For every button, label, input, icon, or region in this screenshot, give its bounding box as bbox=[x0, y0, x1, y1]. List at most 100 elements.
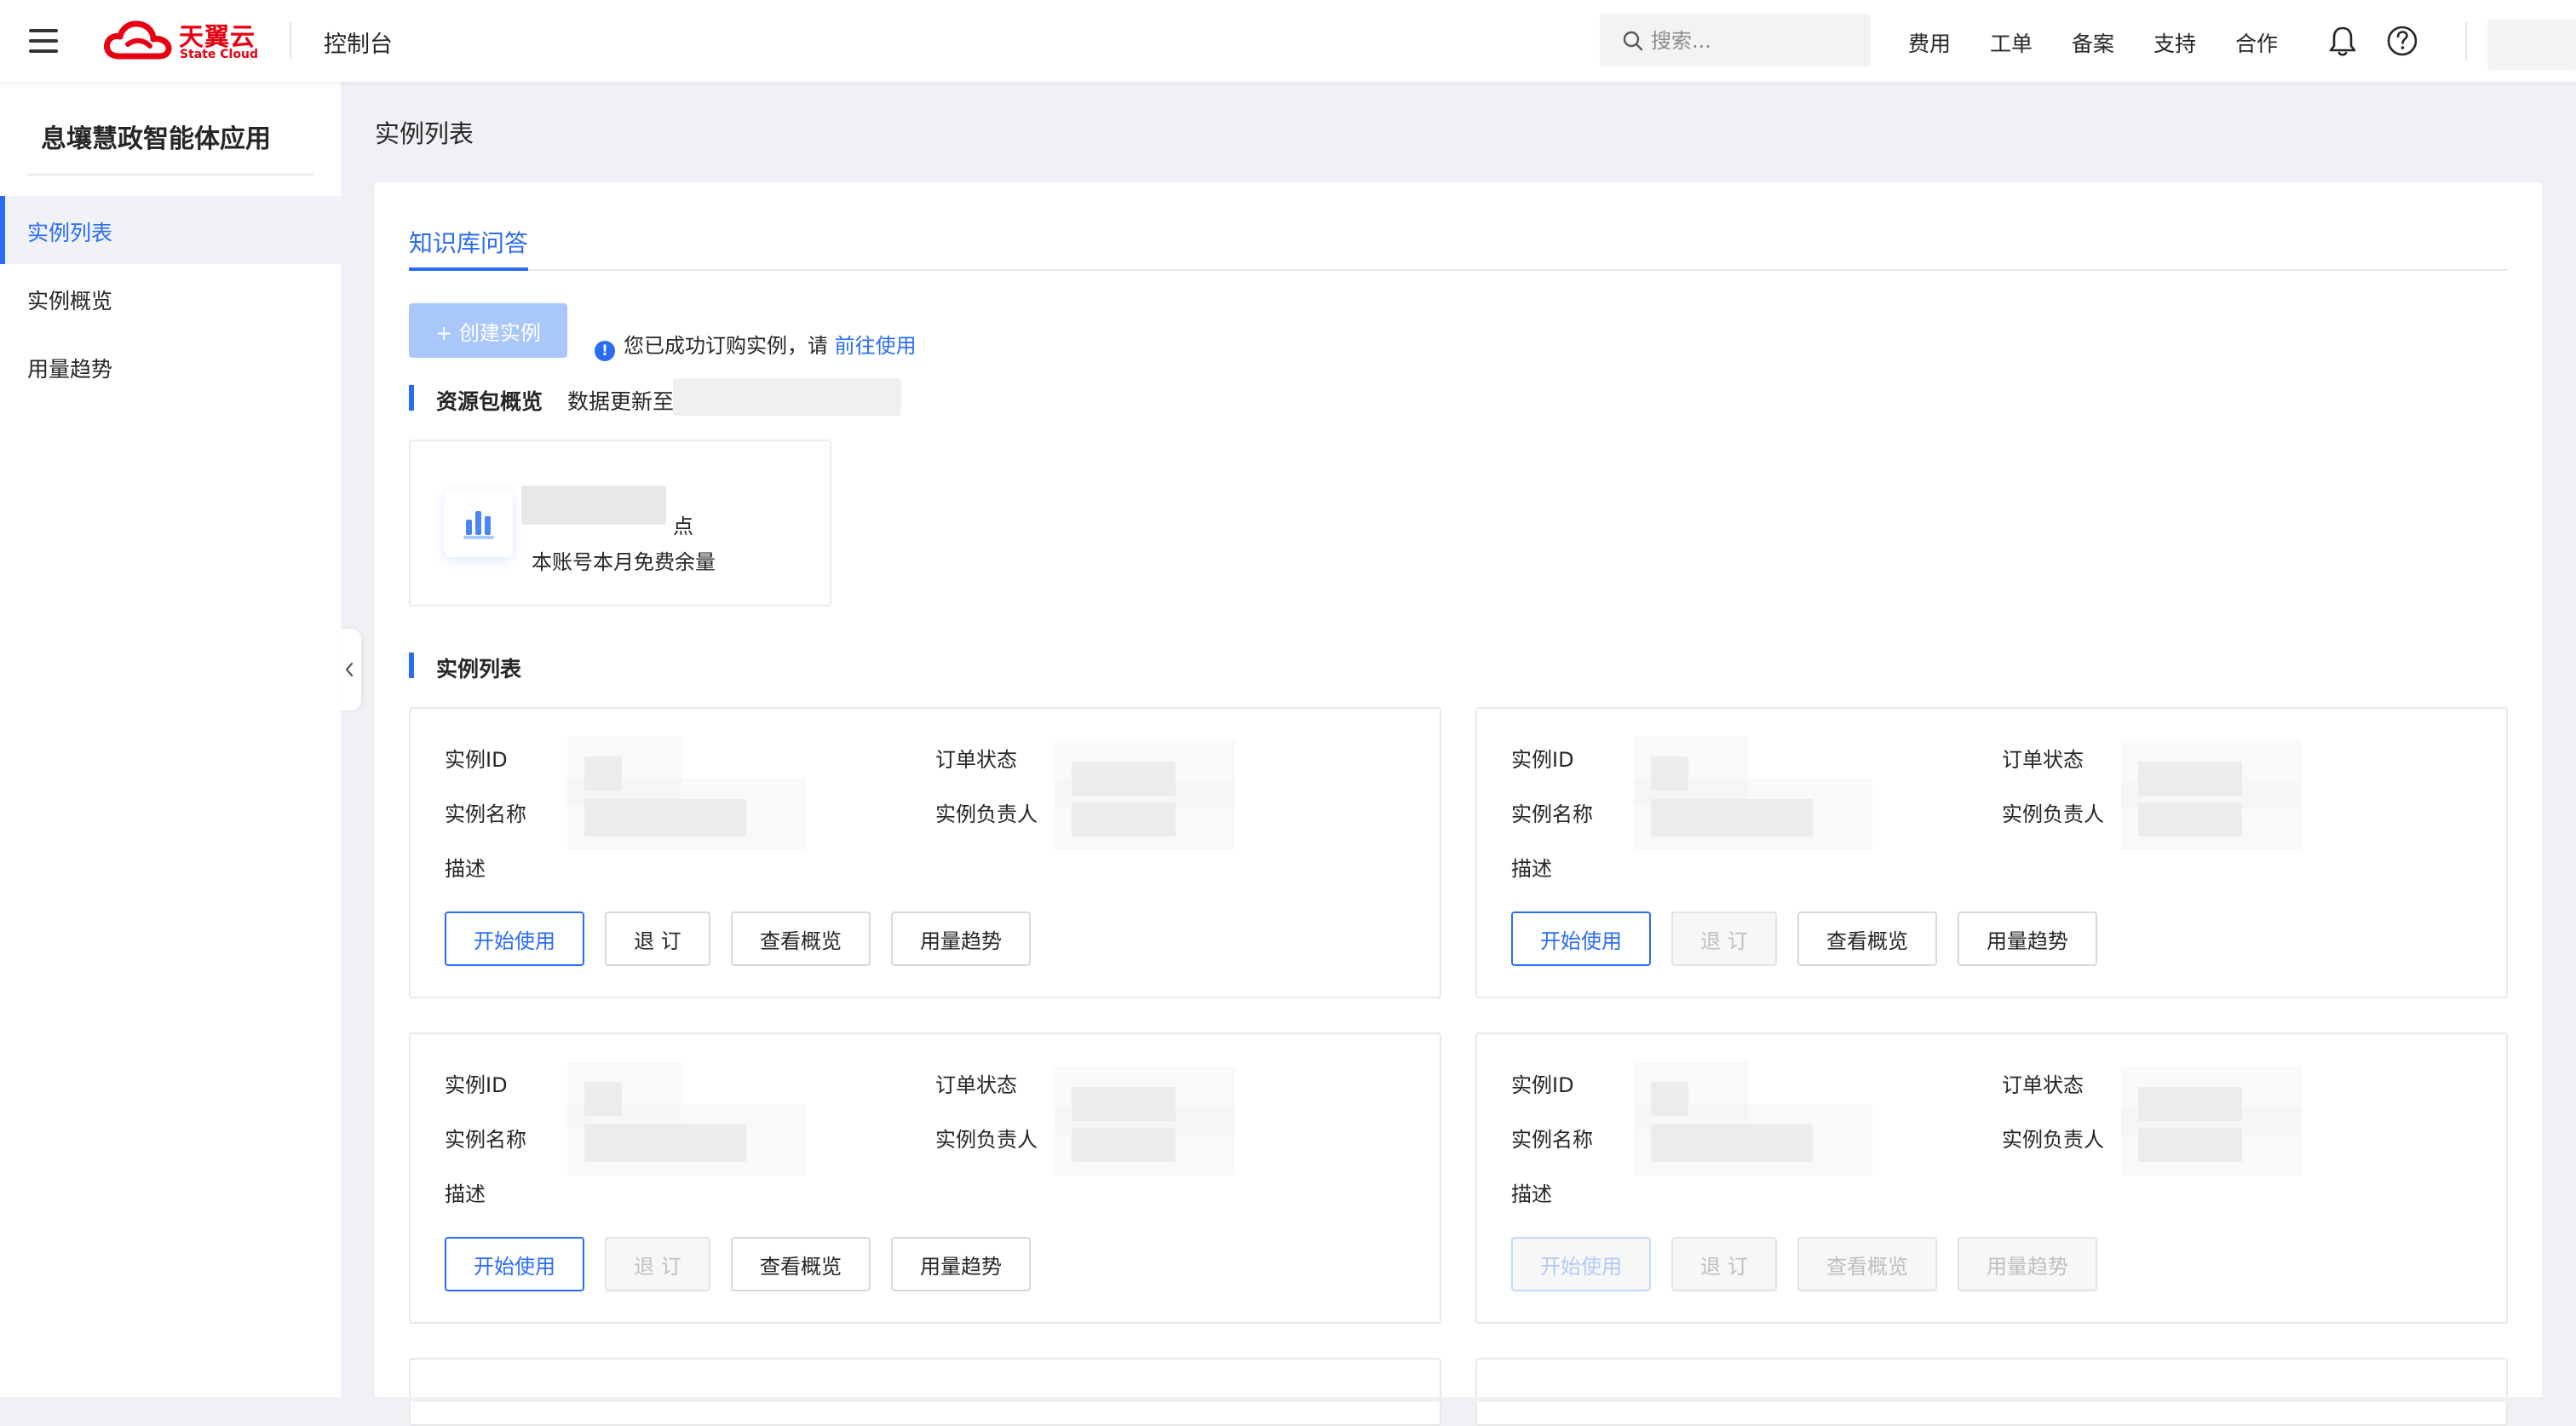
nav-link-support[interactable]: 支持 bbox=[2153, 27, 2196, 58]
section-marker bbox=[409, 653, 414, 678]
sidebar-item-instance-overview[interactable]: 实例概览 bbox=[0, 264, 341, 332]
view-overview-button[interactable]: 查看概览 bbox=[731, 1237, 871, 1291]
unsubscribe-button[interactable]: 退 订 bbox=[605, 1237, 710, 1291]
sidebar-item-label: 用量趋势 bbox=[27, 357, 113, 382]
unsubscribe-button[interactable]: 退 订 bbox=[1671, 1237, 1777, 1291]
tab-knowledge-qa[interactable]: 知识库问答 bbox=[409, 225, 529, 271]
field-label-id: 实例ID bbox=[1511, 748, 1574, 772]
field-label-owner: 实例负责人 bbox=[935, 802, 1038, 826]
sidebar-item-label: 实例概览 bbox=[27, 289, 113, 313]
search-input[interactable] bbox=[1649, 24, 1857, 58]
user-avatar[interactable] bbox=[2487, 19, 2576, 70]
sidebar-item-usage-trend[interactable]: 用量趋势 bbox=[0, 332, 341, 400]
nav-link-filing[interactable]: 备案 bbox=[2072, 27, 2114, 58]
owner-value bbox=[1072, 1128, 1176, 1162]
instance-card: 实例ID 实例名称描述 订单状态实例负责人开始使用退 订查看概览 用量趋势 bbox=[409, 707, 1441, 998]
instance-id-value bbox=[1651, 756, 1688, 791]
instance-name-value bbox=[1651, 1124, 1813, 1162]
instance-card: 实例ID 实例名称 描述 订单状态 实例负责人 开始使用退 订查看概览 用量趋势 bbox=[409, 1032, 1441, 1324]
brand-name-en: State Cloud bbox=[180, 48, 258, 61]
order-status-value bbox=[2138, 1087, 2242, 1121]
nav-link-partners[interactable]: 合作 bbox=[2235, 27, 2278, 58]
sidebar-title: 息壤慧政智能体应用 bbox=[41, 124, 271, 154]
sidebar: 息壤慧政智能体应用 实例列表 实例概览 用量趋势 bbox=[0, 82, 341, 1402]
divider bbox=[290, 22, 291, 60]
sidebar-item-instance-list[interactable]: 实例列表 bbox=[0, 196, 341, 264]
view-overview-button[interactable]: 查看概览 bbox=[1797, 911, 1937, 966]
search-icon bbox=[1623, 31, 1643, 51]
search-box[interactable] bbox=[1600, 14, 1871, 66]
field-label-status: 订单状态 bbox=[935, 748, 1017, 772]
tab-bar: 知识库问答 bbox=[409, 225, 2508, 271]
nav-link-tickets[interactable]: 工单 bbox=[1990, 27, 2033, 58]
field-label-owner: 实例负责人 bbox=[2002, 1128, 2104, 1152]
start-use-button[interactable]: 开始使用 bbox=[445, 911, 584, 966]
resource-label: 本账号本月免费余量 bbox=[532, 550, 716, 574]
field-label-id: 实例ID bbox=[1511, 1073, 1574, 1097]
menu-icon[interactable] bbox=[29, 29, 58, 53]
section-marker bbox=[409, 385, 414, 411]
top-bar: 天翼云 State Cloud 控制台 费用 工单 备案 支持 合作 bbox=[0, 0, 2576, 82]
page-bottom bbox=[0, 1397, 2576, 1402]
sidebar-collapse-handle[interactable] bbox=[337, 629, 361, 710]
bell-icon[interactable] bbox=[2326, 24, 2360, 61]
create-instance-button[interactable]: + 创建实例 bbox=[409, 303, 567, 358]
console-title[interactable]: 控制台 bbox=[324, 26, 393, 59]
instance-name-value bbox=[1651, 799, 1813, 837]
go-use-link[interactable]: 前往使用 bbox=[835, 334, 917, 358]
unsubscribe-button[interactable]: 退 订 bbox=[605, 911, 710, 966]
instance-id-value bbox=[1651, 1082, 1688, 1116]
update-time-value bbox=[673, 378, 901, 416]
unsubscribe-button[interactable]: 退 订 bbox=[1671, 911, 1777, 966]
main-panel: 知识库问答 + 创建实例 ! 您已成功订购实例，请 前往使用 资源包概览 数据更新… bbox=[375, 182, 2542, 1426]
notice-text: 您已成功订购实例，请 bbox=[624, 334, 828, 358]
page-title: 实例列表 bbox=[375, 119, 474, 148]
field-label-desc: 描述 bbox=[1511, 857, 1552, 881]
nav-link-billing[interactable]: 费用 bbox=[1908, 27, 1951, 58]
usage-trend-button[interactable]: 用量趋势 bbox=[1958, 911, 2097, 966]
field-label-desc: 描述 bbox=[445, 857, 486, 881]
instance-card bbox=[1475, 1358, 2508, 1426]
instance-card bbox=[409, 1358, 1441, 1426]
instance-section-header: 实例列表 bbox=[409, 651, 664, 681]
success-notice: ! 您已成功订购实例，请 前往使用 bbox=[595, 329, 917, 361]
field-label-status: 订单状态 bbox=[2002, 1073, 2084, 1097]
instance-card: 实例ID 实例名称 描述 订单状态 实例负责人 开始使用退 订查看概览 用量趋势 bbox=[1475, 1032, 2508, 1324]
instance-name-value bbox=[584, 1124, 746, 1162]
field-label-name: 实例名称 bbox=[1511, 1128, 1593, 1152]
resource-card: 点 本账号本月免费余量 bbox=[409, 440, 831, 607]
order-status-value bbox=[1072, 762, 1176, 796]
field-label-owner: 实例负责人 bbox=[2002, 802, 2104, 826]
view-overview-button[interactable]: 查看概览 bbox=[1797, 1237, 1937, 1291]
owner-value bbox=[1072, 802, 1176, 837]
field-label-id: 实例ID bbox=[445, 748, 508, 772]
start-use-button[interactable]: 开始使用 bbox=[1511, 1237, 1651, 1291]
usage-trend-button[interactable]: 用量趋势 bbox=[891, 1237, 1031, 1291]
resource-section-header: 资源包概览 数据更新至 bbox=[409, 378, 1005, 416]
update-time-label: 数据更新至 bbox=[567, 389, 675, 414]
divider bbox=[2465, 22, 2467, 60]
section-title: 实例列表 bbox=[436, 657, 522, 681]
brand-logo[interactable]: 天翼云 State Cloud bbox=[102, 17, 264, 65]
usage-trend-button[interactable]: 用量趋势 bbox=[1958, 1237, 2097, 1291]
chevron-left-icon bbox=[345, 662, 354, 677]
cloud-logo-icon bbox=[104, 20, 172, 60]
resource-value bbox=[521, 486, 666, 525]
start-use-button[interactable]: 开始使用 bbox=[1511, 911, 1651, 966]
field-label-name: 实例名称 bbox=[445, 802, 526, 826]
owner-value bbox=[2138, 1128, 2242, 1162]
info-icon: ! bbox=[595, 341, 615, 361]
instance-name-value bbox=[584, 799, 746, 837]
start-use-button[interactable]: 开始使用 bbox=[445, 1237, 584, 1291]
field-label-status: 订单状态 bbox=[2002, 748, 2084, 772]
section-title: 资源包概览 bbox=[436, 389, 543, 414]
help-icon[interactable] bbox=[2385, 24, 2419, 61]
bar-chart-icon bbox=[445, 489, 513, 557]
field-label-status: 订单状态 bbox=[935, 1073, 1017, 1097]
order-status-value bbox=[2138, 762, 2242, 796]
usage-trend-button[interactable]: 用量趋势 bbox=[891, 911, 1031, 966]
owner-value bbox=[2138, 802, 2242, 837]
field-label-desc: 描述 bbox=[445, 1182, 486, 1206]
view-overview-button[interactable]: 查看概览 bbox=[731, 911, 871, 966]
field-label-id: 实例ID bbox=[445, 1073, 508, 1097]
